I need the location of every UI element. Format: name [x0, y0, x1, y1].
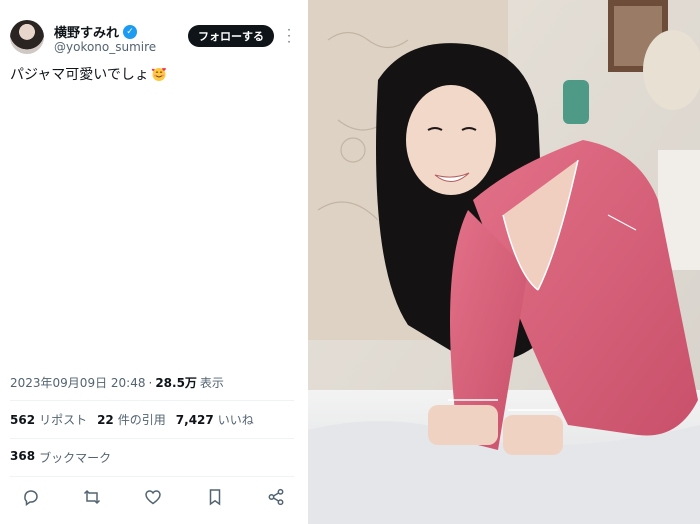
divider [10, 476, 294, 477]
like-count: 7,427 [175, 413, 214, 427]
bookmark-count: 368 [10, 449, 36, 463]
like-label: いいね [217, 413, 254, 427]
repost-count-link[interactable]: 562 リポスト [10, 411, 87, 428]
bookmark-button[interactable] [204, 486, 226, 508]
tweet-text: パジャマ可愛いでしょ [10, 67, 149, 83]
repost-count: 562 [10, 413, 36, 427]
reply-icon [24, 490, 38, 506]
engagement-stats: 562 リポスト 22 件の引用 7,427 いいね [10, 411, 254, 428]
quote-count-link[interactable]: 22 件の引用 [97, 411, 166, 428]
tweet-timestamp[interactable]: 2023年09月09日 20:48 [10, 374, 145, 391]
reply-button[interactable] [20, 486, 42, 508]
view-count: 28.5万 [155, 376, 197, 390]
follow-button[interactable]: フォローする [188, 25, 274, 47]
repost-button[interactable] [81, 486, 103, 508]
author-name[interactable]: 横野すみれ [54, 22, 119, 41]
share-button[interactable] [265, 486, 287, 508]
repost-label: リポスト [39, 413, 88, 427]
divider [10, 438, 294, 439]
view-count-label: 表示 [199, 376, 224, 390]
avatar[interactable] [10, 20, 44, 54]
bookmark-count-link[interactable]: 368 ブックマーク [10, 449, 111, 466]
smiling-face-with-hearts-icon [151, 67, 166, 81]
tweet-photo[interactable] [308, 0, 700, 524]
tweet-panel: 横野すみれ ✓ @yokono_sumire フォローする · · · パジャマ可愛… [0, 0, 308, 524]
bookmark-icon [209, 489, 221, 506]
like-count-link[interactable]: 7,427 いいね [176, 411, 254, 428]
author-name-row: 横野すみれ ✓ [54, 22, 138, 41]
like-button[interactable] [142, 486, 164, 508]
meta-separator: · [148, 376, 153, 390]
photo-illustration [308, 0, 700, 524]
verified-badge-icon: ✓ [123, 24, 138, 39]
tweet-meta: 2023年09月09日 20:48 · 28.5万 表示 [10, 374, 224, 391]
author-handle[interactable]: @yokono_sumire [54, 40, 156, 54]
more-options-icon[interactable]: · · · [284, 24, 294, 48]
bookmark-label: ブックマーク [39, 451, 112, 465]
action-bar [0, 486, 308, 508]
like-icon [145, 490, 161, 505]
quote-label: 件の引用 [117, 413, 166, 427]
share-icon [268, 488, 284, 506]
quote-count: 22 [97, 413, 114, 427]
repost-icon [83, 489, 101, 505]
divider [10, 400, 294, 401]
tweet-body: パジャマ可愛いでしょ [10, 64, 167, 84]
